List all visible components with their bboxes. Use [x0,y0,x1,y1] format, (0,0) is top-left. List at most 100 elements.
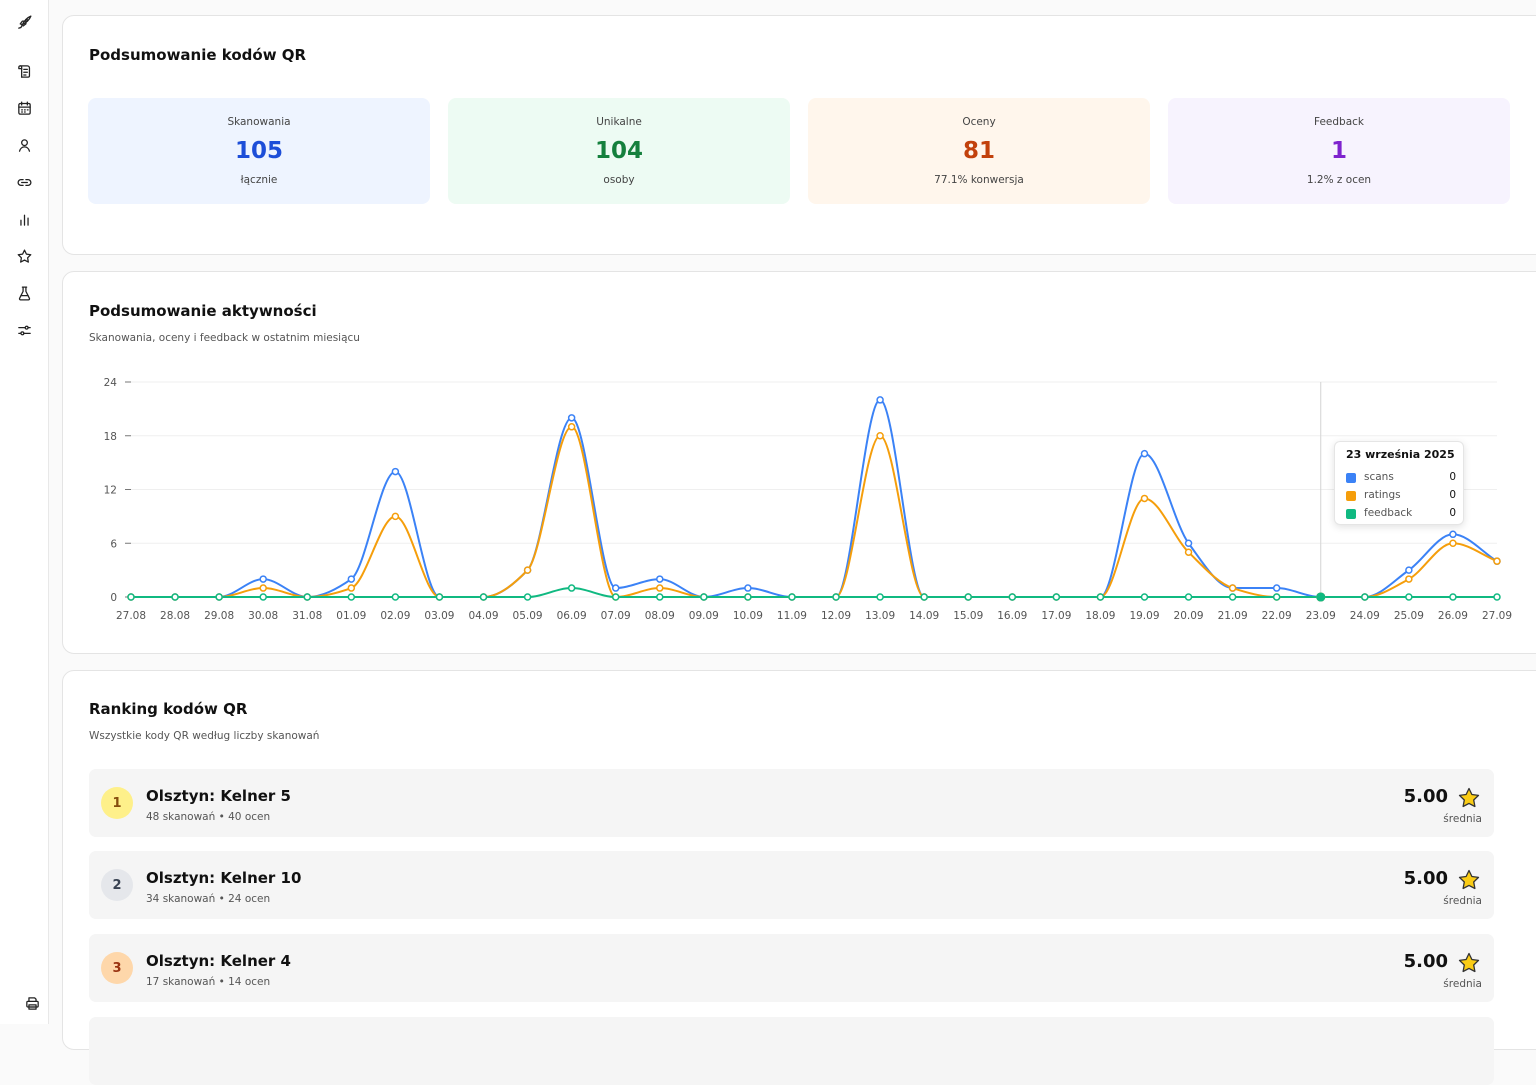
link-icon[interactable] [12,170,36,194]
data-point-scans [567,414,576,422]
stat-label: Oceny [962,116,996,128]
x-tick-label: 29.08 [204,610,234,622]
qr-summary-card: Podsumowanie kodów QR Skanowania 105 łąc… [62,15,1536,255]
qr-summary-title: Podsumowanie kodów QR [89,46,307,64]
data-point-scans [347,575,356,583]
data-point-feedback [435,593,444,601]
data-point-ratings [1184,548,1193,556]
stat-ratings: Oceny 81 77.1% konwersja [808,98,1150,204]
average-label: średnia [1443,978,1482,990]
data-point-scans [656,575,664,583]
tooltip-series-name: scans [1364,471,1394,483]
data-point-ratings [523,566,532,574]
legend-swatch-feedback [1346,509,1356,519]
legend-swatch-ratings [1346,491,1356,501]
bar-chart-icon[interactable] [12,207,36,231]
data-point-feedback [964,593,972,601]
data-point-feedback [1449,593,1457,601]
printer-icon[interactable] [20,991,44,1015]
data-point-feedback [1361,593,1369,601]
x-tick-label: 24.09 [1350,610,1380,622]
data-point-feedback [347,593,356,601]
stat-unique: Unikalne 104 osoby [448,98,790,204]
ranking-row[interactable]: 3 Olsztyn: Kelner 4 17 skanowań • 14 oce… [89,934,1494,1002]
data-point-feedback [1316,592,1326,602]
data-point-feedback [656,593,664,601]
tooltip-series-value: 0 [1449,489,1456,501]
x-tick-label: 17.09 [1041,610,1071,622]
x-tick-label: 22.09 [1262,610,1292,622]
tooltip-series-value: 0 [1449,471,1456,483]
x-tick-label: 21.09 [1218,610,1248,622]
stat-sub: 77.1% konwersja [934,174,1024,186]
data-point-ratings [391,512,400,521]
data-point-ratings [1405,575,1413,583]
ranking-title: Ranking kodów QR [89,700,248,718]
star-icon [1458,869,1480,890]
qr-code-stats: 17 skanowań • 14 ocen [146,976,271,988]
data-point-feedback [127,593,135,601]
ranking-row[interactable]: 1 Olsztyn: Kelner 5 48 skanowań • 40 oce… [89,769,1494,837]
data-point-ratings [1140,494,1149,503]
calendar-icon[interactable] [12,96,36,120]
data-point-feedback [303,593,312,601]
data-point-feedback [171,593,179,601]
data-point-feedback [1096,593,1105,601]
chart-tooltip: 23 września 2025 scans 0 ratings 0 feedb… [1334,441,1464,525]
x-tick-label: 15.09 [953,610,983,622]
stat-sub: łącznie [240,174,278,186]
stat-sub: 1.2% z ocen [1306,174,1372,186]
star-icon[interactable] [12,244,36,268]
data-point-scans [611,584,620,592]
data-point-feedback [1140,593,1149,601]
y-tick-label: 18 [104,431,117,443]
activity-chart[interactable]: 0612182427.08 28.08 29.08 30.08 31.08 01.09 02… [62,271,1536,654]
data-point-feedback [567,584,576,592]
ranking-card: Ranking kodów QR Wszystkie kody QR wedłu… [62,670,1536,1085]
flask-icon[interactable] [12,281,36,305]
data-point-ratings [1493,557,1501,565]
average-score: 5.00 [1403,868,1448,889]
receipt-icon[interactable] [12,59,36,83]
y-tick-label: 0 [110,592,117,604]
x-tick-label: 31.08 [292,610,322,622]
x-tick-label: 10.09 [733,610,763,622]
y-tick-label: 12 [104,485,117,497]
data-point-feedback [832,593,840,601]
x-tick-label: 03.09 [424,610,454,622]
x-tick-label: 09.09 [689,610,719,622]
x-tick-label: 27.09 [1482,610,1512,622]
data-point-feedback [523,593,532,601]
data-point-ratings [876,432,884,440]
x-tick-label: 23.09 [1306,610,1336,622]
ranking-row[interactable] [89,1017,1494,1085]
data-point-feedback [215,593,223,601]
data-point-feedback [1052,593,1061,601]
data-point-feedback [1008,593,1017,601]
stat-value: 105 [234,138,283,164]
user-icon[interactable] [12,133,36,157]
data-point-ratings [1449,539,1457,547]
tooltip-row-scans: scans 0 [1346,471,1456,485]
x-tick-label: 30.08 [248,610,278,622]
data-point-scans [876,396,884,404]
tooltip-row-ratings: ratings 0 [1346,489,1456,503]
ranking-row[interactable]: 2 Olsztyn: Kelner 10 34 skanowań • 24 oc… [89,851,1494,919]
x-tick-label: 19.09 [1129,610,1159,622]
x-tick-label: 04.09 [468,610,498,622]
data-point-feedback [259,593,267,601]
x-tick-label: 20.09 [1174,610,1204,622]
data-point-ratings [347,584,356,592]
stat-label: Unikalne [596,116,642,128]
qr-code-stats: 34 skanowań • 24 ocen [146,893,271,905]
data-point-scans [744,584,752,592]
settings-sliders-icon[interactable] [12,318,36,342]
qr-code-name: Olsztyn: Kelner 4 [146,952,291,970]
x-tick-label: 11.09 [777,610,807,622]
data-point-feedback [1272,593,1281,601]
rocket-icon[interactable] [12,10,36,34]
data-point-scans [391,467,400,476]
x-tick-label: 02.09 [380,610,410,622]
x-tick-label: 08.09 [645,610,675,622]
stat-value: 1 [1330,138,1347,164]
